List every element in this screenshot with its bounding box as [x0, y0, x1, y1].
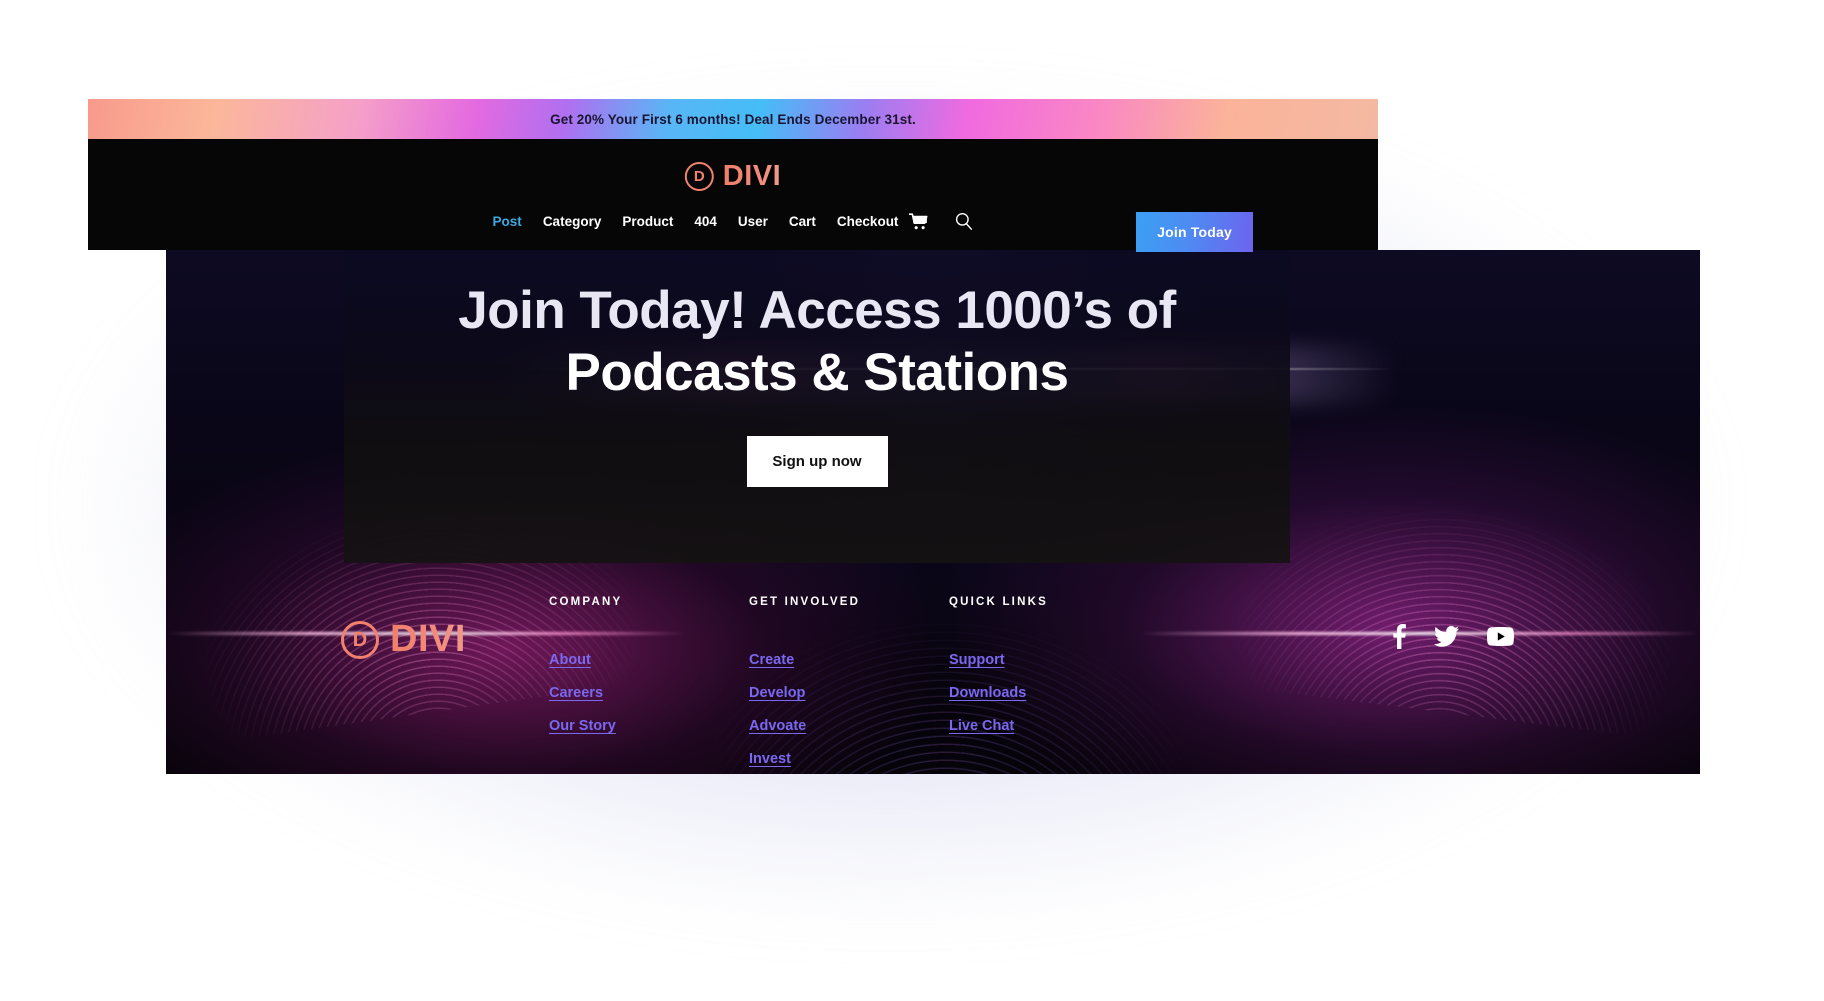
divi-logo-mark-icon: D: [684, 162, 714, 191]
footer-link-our-story[interactable]: Our Story: [549, 718, 616, 734]
divi-footer-logo-mark-icon: D: [341, 620, 379, 659]
footer-social-links: [1393, 624, 1514, 649]
nav-item-cart[interactable]: Cart: [789, 214, 816, 229]
nav-item-product[interactable]: Product: [622, 214, 673, 229]
footer-link-downloads[interactable]: Downloads: [949, 685, 1026, 701]
site-header: D DIVI Post Category Product 404 User Ca…: [88, 139, 1378, 252]
nav-item-checkout[interactable]: Checkout: [837, 214, 899, 229]
footer-column-get-involved: GET INVOLVED Create Develop Advoate Inve…: [749, 596, 949, 774]
hero-section: Join Today! Access 1000’s of Podcasts & …: [344, 250, 1290, 563]
shopping-cart-icon[interactable]: [909, 212, 928, 230]
nav-item-404[interactable]: 404: [694, 214, 717, 229]
footer-link-about[interactable]: About: [549, 652, 591, 668]
footer-heading-quick-links: QUICK LINKS: [949, 596, 1048, 608]
footer-link-careers[interactable]: Careers: [549, 685, 603, 701]
nav-item-user[interactable]: User: [738, 214, 768, 229]
twitter-icon[interactable]: [1434, 626, 1459, 647]
hero-title-line-1: Join Today! Access 1000’s of: [458, 281, 1176, 340]
join-today-button[interactable]: Join Today: [1136, 212, 1253, 252]
promo-banner-text: Get 20% Your First 6 months! Deal Ends D…: [550, 111, 916, 127]
footer-column-company: COMPANY About Careers Our Story: [549, 596, 749, 751]
footer-link-support[interactable]: Support: [949, 652, 1005, 668]
youtube-icon[interactable]: [1487, 627, 1514, 646]
divi-logo-wordmark: DIVI: [722, 160, 782, 192]
nav-item-post[interactable]: Post: [493, 214, 522, 229]
header-logo[interactable]: D DIVI: [684, 160, 782, 193]
site-body: Join Today! Access 1000’s of Podcasts & …: [166, 250, 1700, 774]
sign-up-now-button[interactable]: Sign up now: [746, 436, 888, 487]
nav-item-category[interactable]: Category: [543, 214, 602, 229]
search-icon[interactable]: [955, 212, 973, 230]
hero-title: Join Today! Access 1000’s of Podcasts & …: [458, 280, 1176, 404]
footer-heading-get-involved: GET INVOLVED: [749, 596, 861, 608]
footer-link-live-chat[interactable]: Live Chat: [949, 718, 1014, 734]
divi-footer-logo-wordmark: DIVI: [390, 618, 466, 660]
hero-title-line-2: Podcasts & Stations: [565, 343, 1069, 402]
site-footer: D DIVI COMPANY About Careers Our Story G…: [166, 563, 1700, 774]
footer-link-advoate[interactable]: Advoate: [749, 718, 806, 734]
footer-column-quick-links: QUICK LINKS Support Downloads Live Chat: [949, 596, 1171, 751]
footer-logo[interactable]: D DIVI: [341, 618, 549, 661]
facebook-icon[interactable]: [1393, 624, 1406, 649]
footer-link-create[interactable]: Create: [749, 652, 794, 668]
promo-banner: Get 20% Your First 6 months! Deal Ends D…: [88, 99, 1378, 139]
footer-link-develop[interactable]: Develop: [749, 685, 805, 701]
footer-link-invest[interactable]: Invest: [749, 751, 791, 767]
footer-heading-company: COMPANY: [549, 596, 623, 608]
